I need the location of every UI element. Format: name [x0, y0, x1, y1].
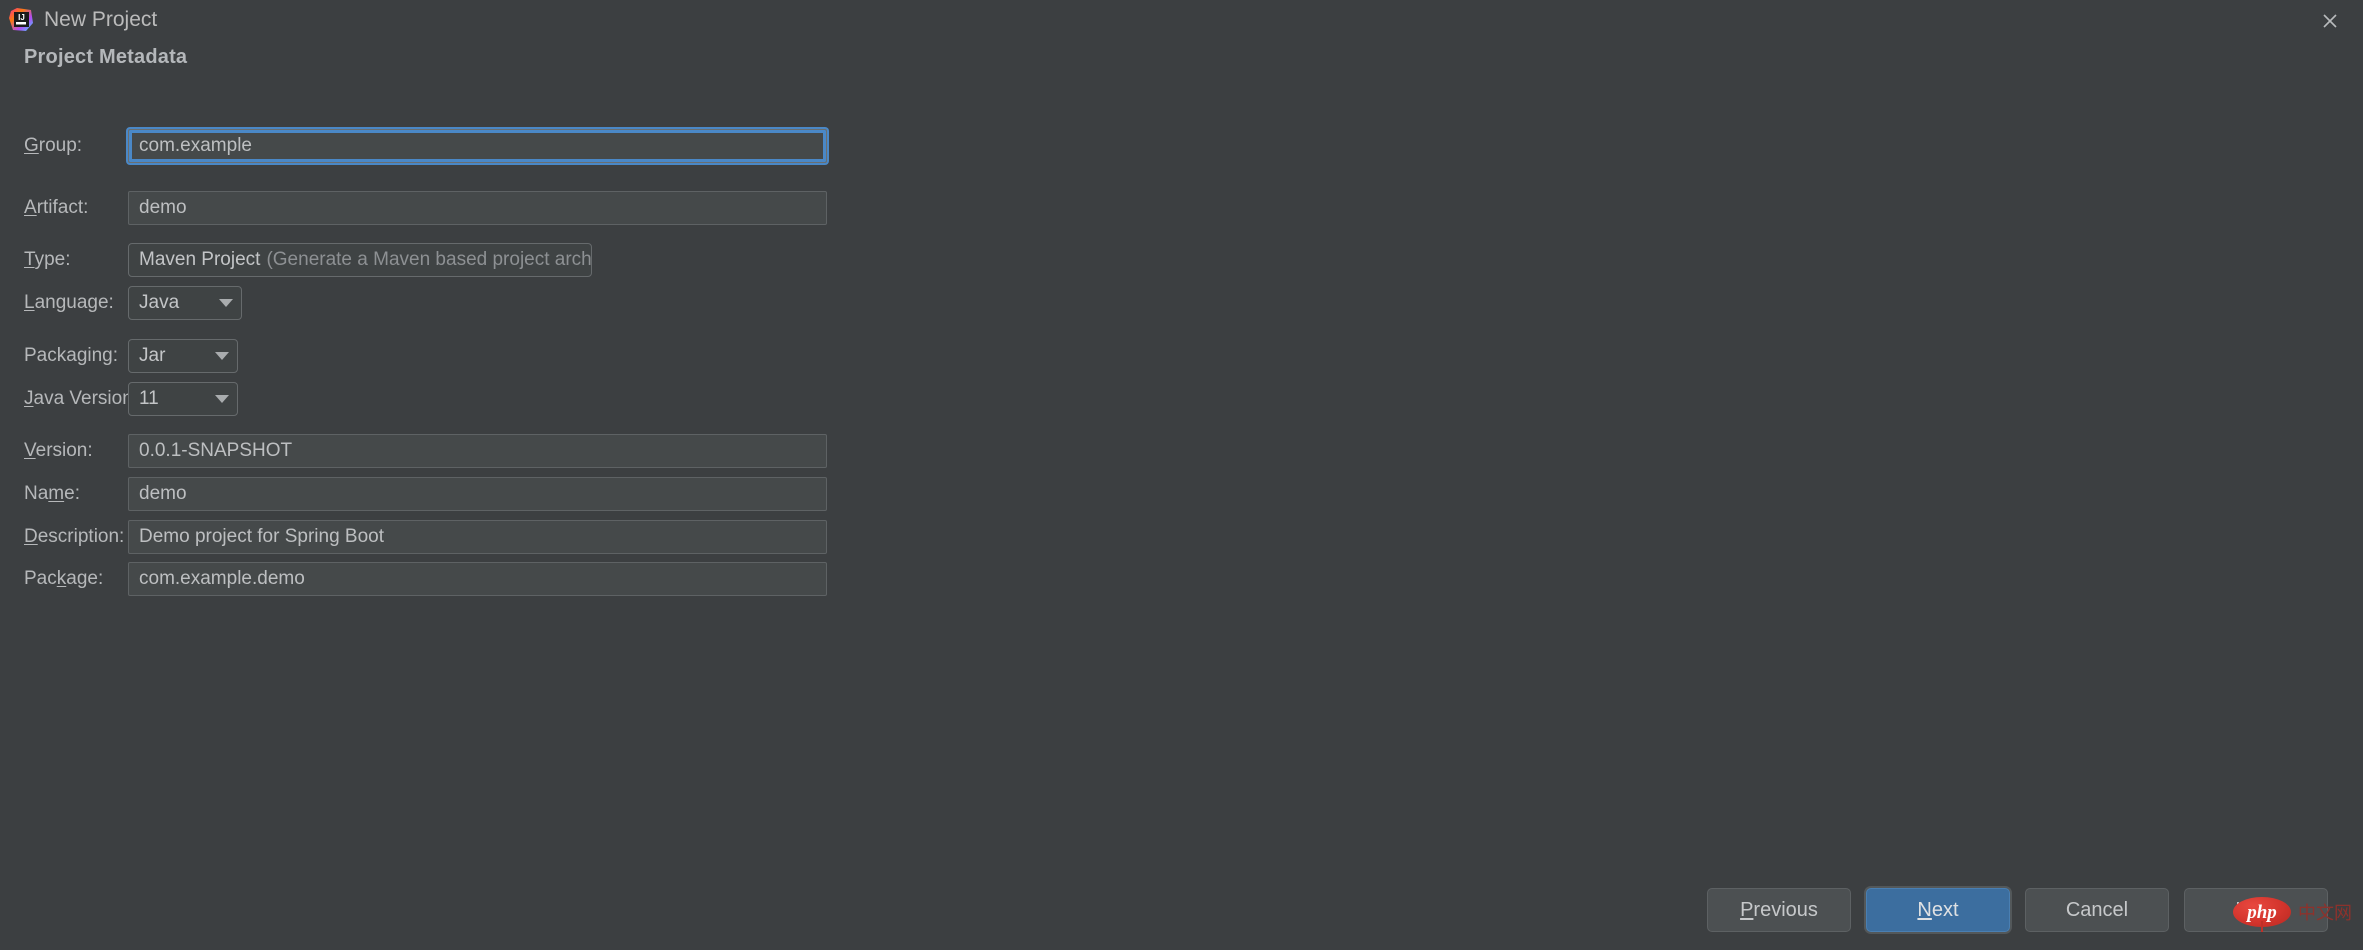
label-type: Type: — [24, 249, 71, 270]
previous-button[interactable]: Previous — [1707, 888, 1851, 932]
form-row-group: Group: com.example — [0, 129, 2363, 163]
label-java_version: Java Version: — [24, 388, 139, 409]
packaging-dropdown[interactable]: Jar — [128, 339, 238, 373]
chevron-down-icon — [219, 299, 233, 307]
name-input[interactable]: demo — [128, 477, 827, 511]
chevron-down-icon — [215, 352, 229, 360]
form-row-java_version: Java Version: 11 — [0, 382, 2363, 416]
form-row-type: Type: Maven Project (Generate a Maven base… — [0, 243, 2363, 277]
form-row-description: Description: Demo project for Spring Boot — [0, 520, 2363, 554]
form-row-language: Language: Java — [0, 286, 2363, 320]
help-button[interactable]: Help — [2184, 888, 2328, 932]
form-row-name: Name: demo — [0, 477, 2363, 511]
type-dropdown-value: Maven Project — [139, 249, 261, 270]
label-description: Description: — [24, 526, 125, 547]
form-row-version: Version: 0.0.1-SNAPSHOT — [0, 434, 2363, 468]
label-version: Version: — [24, 440, 93, 461]
type-dropdown-hint: (Generate a Maven based project archive.… — [266, 249, 592, 270]
label-package: Package: — [24, 568, 104, 589]
language-dropdown[interactable]: Java — [128, 286, 242, 320]
language-dropdown-value: Java — [139, 292, 180, 313]
form-row-package: Package: com.example.demo — [0, 562, 2363, 596]
version-input[interactable]: 0.0.1-SNAPSHOT — [128, 434, 827, 468]
label-group: Group: — [24, 135, 83, 156]
artifact-input[interactable]: demo — [128, 191, 827, 225]
package-input[interactable]: com.example.demo — [128, 562, 827, 596]
label-packaging: Packaging: — [24, 345, 119, 366]
chevron-down-icon — [215, 395, 229, 403]
java_version-dropdown[interactable]: 11 — [128, 382, 238, 416]
cancel-button[interactable]: Cancel — [2025, 888, 2169, 932]
type-dropdown[interactable]: Maven Project (Generate a Maven based pro… — [128, 243, 592, 277]
next-button[interactable]: Next — [1866, 888, 2010, 932]
description-input[interactable]: Demo project for Spring Boot — [128, 520, 827, 554]
label-artifact: Artifact: — [24, 197, 89, 218]
packaging-dropdown-value: Jar — [139, 345, 166, 366]
label-language: Language: — [24, 292, 114, 313]
form-row-packaging: Packaging: Jar — [0, 339, 2363, 373]
group-input[interactable]: com.example — [128, 129, 827, 163]
form-row-artifact: Artifact: demo — [0, 191, 2363, 225]
java_version-dropdown-value: 11 — [139, 388, 159, 409]
label-name: Name: — [24, 483, 80, 504]
project-metadata-form: Group: com.example Artifact: demo Type: Maven… — [0, 0, 2363, 860]
